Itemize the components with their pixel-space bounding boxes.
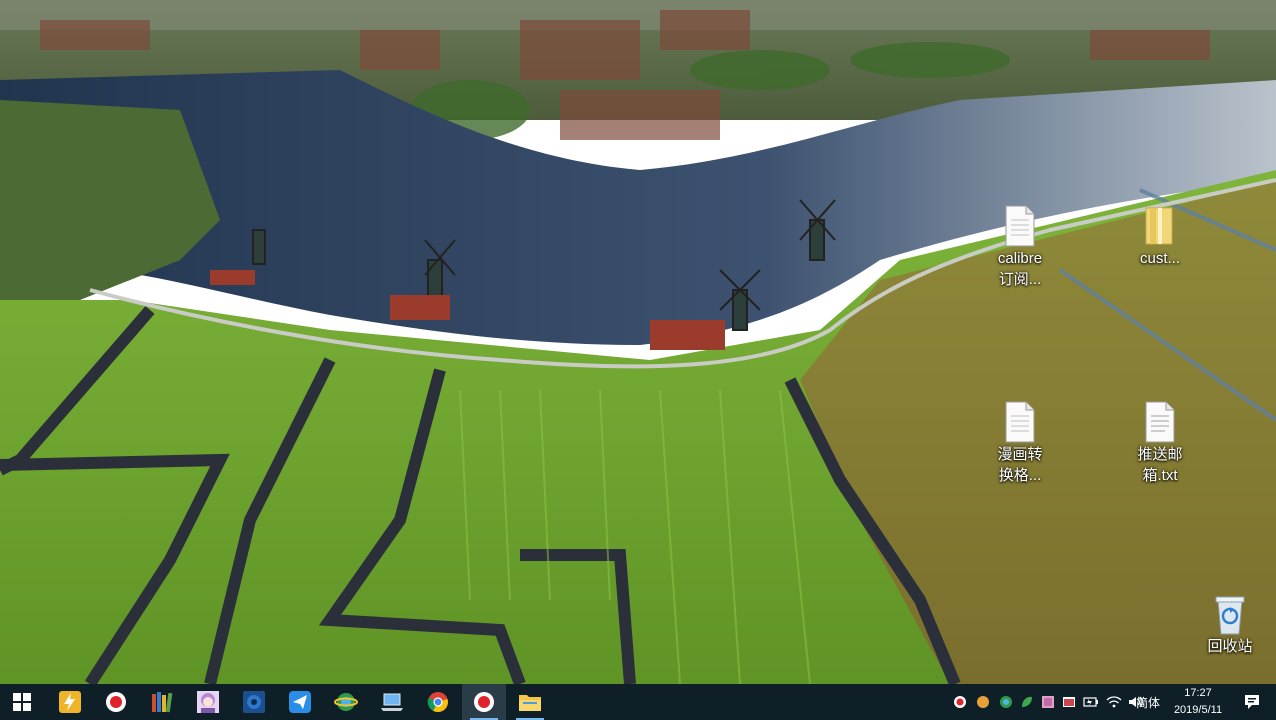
record-active-icon: [474, 692, 494, 712]
tray-globe-icon[interactable]: [996, 684, 1016, 720]
chrome-icon: [427, 692, 448, 713]
tray-window-icon[interactable]: [1059, 684, 1079, 720]
file-explorer-icon: [519, 695, 541, 711]
text-file-icon: [1140, 400, 1180, 444]
ime-indicator[interactable]: 简体: [1134, 684, 1162, 720]
taskbar-app-recorder-active[interactable]: [462, 684, 506, 720]
start-button[interactable]: [0, 684, 44, 720]
anime-avatar-icon: [197, 691, 219, 713]
taskbar-app-file-explorer[interactable]: [508, 684, 552, 720]
tray-record-icon[interactable]: [950, 684, 970, 720]
windows-icon: [13, 693, 31, 711]
tray-orange-icon[interactable]: [973, 684, 993, 720]
document-icon: [1000, 204, 1040, 248]
desktop-icon-label: 推送邮: [1137, 446, 1183, 463]
desktop-icon-manga-convert[interactable]: 漫画转 换格...: [972, 400, 1068, 486]
laptop-icon: [381, 693, 403, 711]
thunder-icon: [59, 691, 81, 713]
paper-plane-icon: [289, 691, 311, 713]
desktop-icon-calibre[interactable]: calibre 订阅...: [972, 204, 1068, 290]
desktop-icon-label: 回收站: [1207, 638, 1253, 655]
desktop-wallpaper: [0, 0, 1276, 684]
desktop-icon-cust[interactable]: cust...: [1112, 204, 1208, 269]
clock-date: 2019/5/11: [1173, 704, 1223, 716]
desktop-icon-recycle-bin[interactable]: 回收站: [1182, 592, 1276, 657]
taskbar-app-chrome[interactable]: [416, 684, 460, 720]
desktop-icon-label: 漫画转: [997, 446, 1043, 463]
document-icon: [1000, 400, 1040, 444]
taskbar-app-photo-editor[interactable]: [232, 684, 276, 720]
notification-button[interactable]: [1238, 684, 1266, 720]
folder-icon: [1140, 204, 1180, 248]
taskbar-app-anime[interactable]: [186, 684, 230, 720]
desktop-icon-label: 换格...: [998, 467, 1042, 484]
desktop-icon-label: 订阅...: [998, 271, 1042, 288]
clock-time: 17:27: [1184, 687, 1212, 699]
record-icon: [106, 692, 126, 712]
browser-globe-icon: [334, 693, 358, 711]
desktop-icon-push-mailbox[interactable]: 推送邮 箱.txt: [1112, 400, 1208, 486]
taskbar-app-messenger[interactable]: [278, 684, 322, 720]
photo-editor-icon: [243, 691, 265, 713]
wifi-icon[interactable]: [1104, 684, 1124, 720]
system-clock[interactable]: 17:27 2019/5/11: [1162, 685, 1234, 719]
tray-anime-icon[interactable]: [1038, 684, 1058, 720]
taskbar-app-library[interactable]: [140, 684, 184, 720]
desktop-icon-label: cust...: [1139, 250, 1180, 267]
taskbar-app-browser[interactable]: [324, 684, 368, 720]
books-icon: [152, 692, 173, 713]
taskbar-app-thunder[interactable]: [48, 684, 92, 720]
desktop-icon-label: 箱.txt: [1142, 467, 1178, 484]
recycle-bin-icon: [1210, 592, 1250, 636]
taskbar-app-recorder[interactable]: [94, 684, 138, 720]
battery-icon[interactable]: [1080, 684, 1102, 720]
taskbar: 简体 17:27 2019/5/11: [0, 684, 1276, 720]
desktop-icon-label: calibre: [997, 250, 1043, 267]
notification-icon: [1245, 695, 1259, 709]
tray-leaf-icon[interactable]: [1017, 684, 1037, 720]
taskbar-app-laptop[interactable]: [370, 684, 414, 720]
